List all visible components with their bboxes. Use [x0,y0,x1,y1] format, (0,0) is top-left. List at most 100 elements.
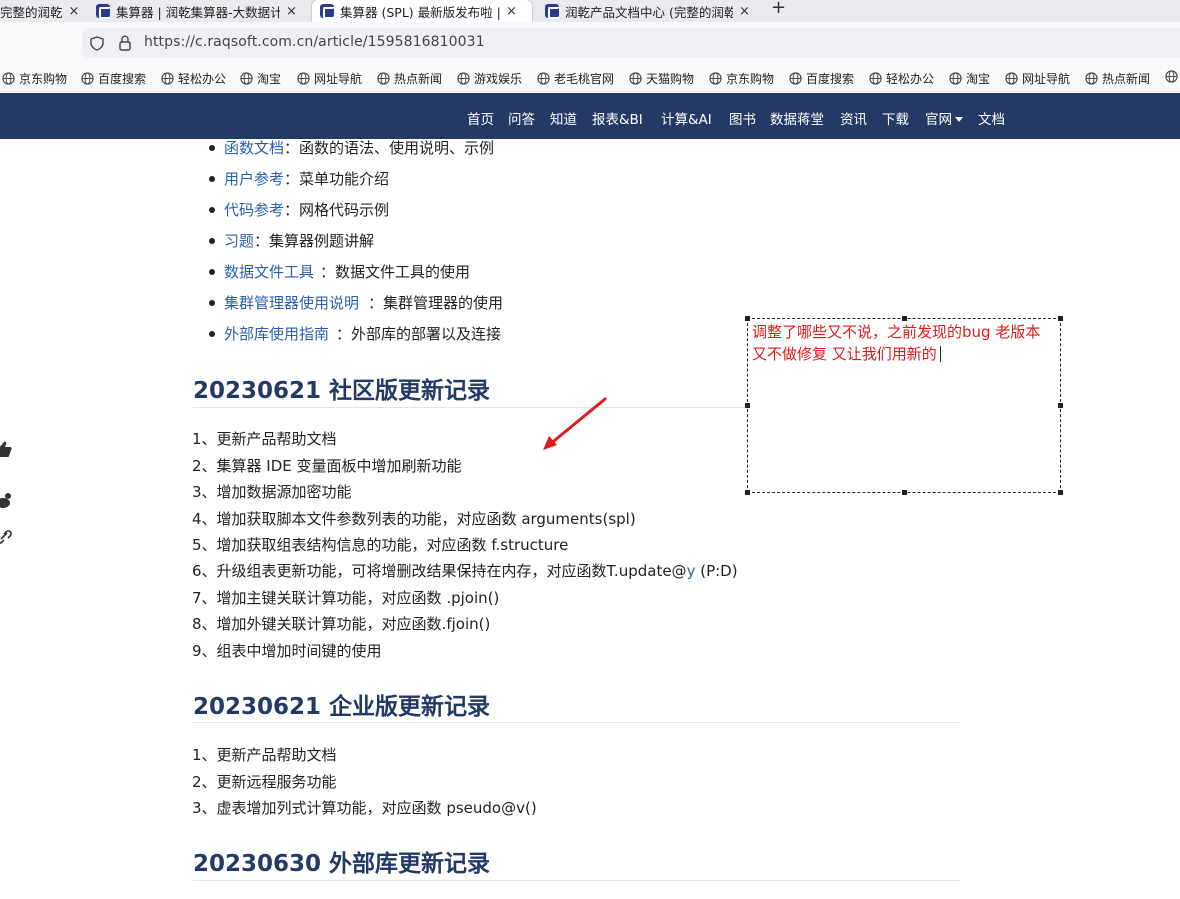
annotation-textbox[interactable]: 调整了哪些又不说，之前发现的bug 老版本又不做修复 又让我们用新的 [745,316,1063,495]
doc-link[interactable]: 数据文件工具 [224,261,314,282]
doc-link[interactable]: 集群管理器使用说明 [224,292,359,313]
bookmark-item[interactable]: 热点新闻 [1085,70,1150,87]
bookmark-item[interactable]: 轻松办公 [869,70,934,87]
section-title-enterprise: 20230621 企业版更新记录 [193,694,491,720]
record-item: 1、更新产品帮助文档 [192,430,337,448]
doc-link[interactable]: 函数文档 [224,137,284,158]
bookmark-label: 天猫购物 [646,72,695,86]
doc-desc: ：集算器例题讲解 [254,232,375,250]
section-title-community: 20230621 社区版更新记录 [193,378,491,404]
record-item: 4、增加获取脚本文件参数列表的功能，对应函数 arguments(spl) [192,510,636,528]
globe-icon [789,72,802,85]
doc-link[interactable]: 用户参考 [224,168,284,189]
bookmark-item[interactable]: 热点新闻 [377,70,442,87]
doc-link[interactable]: 代码参考 [224,199,284,220]
doc-desc: ：集群管理器的使用 [368,294,504,312]
bookmark-label: 老毛桃官网 [554,72,615,86]
resize-handle-t[interactable] [902,316,907,321]
bookmark-item[interactable]: 天猫购物 [629,70,694,87]
bullet [209,300,215,306]
nav-download[interactable]: 下载 [882,108,909,128]
bookmark-item[interactable]: 淘宝 [240,70,281,87]
address-bar[interactable]: https://c.raqsoft.com.cn/article/1595816… [82,28,1180,58]
text-cursor [939,346,941,362]
globe-icon [240,72,253,85]
nav-docs[interactable]: 文档 [978,108,1005,128]
bookmark-item[interactable]: 百度搜索 [789,70,854,87]
annotation-text[interactable]: 调整了哪些又不说，之前发现的bug 老版本又不做修复 又让我们用新的 [752,321,1052,365]
record-item: 2、更新远程服务功能 [192,773,337,791]
globe-icon [377,72,390,85]
nav-data-jiangtang[interactable]: 数据蒋堂 [770,108,824,128]
shield-icon[interactable] [90,36,104,51]
resize-handle-tl[interactable] [745,316,750,321]
nav-knowledge[interactable]: 知道 [550,108,577,128]
doc-desc: ：菜单功能介绍 [284,170,390,188]
bullet [209,331,215,337]
nav-home[interactable]: 首页 [467,108,494,128]
doc-link[interactable]: 习题 [224,230,254,251]
globe-icon [1085,72,1098,85]
nav-official-site[interactable]: 官网 [925,108,963,128]
close-icon[interactable]: × [739,4,750,19]
bookmark-label: 网址导航 [314,72,363,86]
record-item: 3、增加数据源加密功能 [192,483,352,501]
doc-desc: ：网格代码示例 [284,201,390,219]
doc-desc: ：数据文件工具的使用 [320,263,471,281]
site-navigation: 首页 问答 知道 报表&BI 计算&AI 图书 数据蒋堂 资讯 下载 官网 文档 [0,93,1180,139]
browser-tab-1[interactable]: 完整的润乾 × [0,0,82,22]
nav-qa[interactable]: 问答 [508,108,535,128]
nav-books[interactable]: 图书 [729,108,756,128]
divider [193,722,960,723]
weibo-icon[interactable] [0,492,12,510]
lock-icon[interactable] [118,35,132,51]
doc-desc: ：外部库的部署以及连接 [336,325,502,343]
bookmark-label: 热点新闻 [1102,72,1151,86]
nav-news[interactable]: 资讯 [840,108,867,128]
bookmark-item[interactable]: 百度搜索 [81,70,146,87]
bullet [209,238,215,244]
resize-handle-tr[interactable] [1058,316,1063,321]
record-item: 5、增加获取组表结构信息的功能，对应函数 f.structure [192,536,569,554]
nav-report-bi[interactable]: 报表&BI [592,108,643,128]
record-text-tail: (P:D) [695,562,738,580]
bookmark-item[interactable]: 网址导航 [1005,70,1070,87]
browser-tab-3[interactable]: 集算器 (SPL) 最新版发布啦 | 乾学 × [312,0,532,22]
bookmark-label: 轻松办公 [178,72,227,86]
globe-icon [2,72,15,85]
tab-title: 润乾产品文档中心 (完整的润乾 [565,4,733,20]
globe-icon [81,72,94,85]
globe-icon [629,72,642,85]
bookmark-label: 百度搜索 [98,72,147,86]
record-item: 3、虚表增加列式计算功能，对应函数 pseudo@v() [192,799,537,817]
doc-link[interactable]: 外部库使用指南 [224,323,329,344]
bookmark-item[interactable]: 淘宝 [949,70,990,87]
bookmark-item[interactable]: 京东购物 [2,70,67,87]
browser-tab-4[interactable]: 润乾产品文档中心 (完整的润乾 × [545,0,753,22]
divider [193,407,748,408]
bookmark-item[interactable]: 京东购物 [709,70,774,87]
url-text[interactable]: https://c.raqsoft.com.cn/article/1595816… [144,34,485,50]
new-tab-button[interactable]: + [771,0,786,18]
bookmark-item[interactable]: 游戏娱乐 [457,70,522,87]
close-icon[interactable]: × [506,4,517,19]
bookmark-item[interactable]: 轻松办公 [161,70,226,87]
resize-handle-l[interactable] [745,403,750,408]
globe-icon [709,72,722,85]
resize-handle-r[interactable] [1058,403,1063,408]
bookmark-item[interactable]: 网址导航 [297,70,362,87]
resize-handle-b[interactable] [902,490,907,495]
like-icon[interactable] [0,440,12,458]
bookmark-item[interactable] [1165,70,1180,83]
close-icon[interactable]: × [69,4,80,19]
close-icon[interactable]: × [286,4,297,19]
resize-handle-br[interactable] [1058,490,1063,495]
bullet [209,269,215,275]
raqsoft-icon [320,4,335,19]
section-title-external-lib: 20230630 外部库更新记录 [193,851,491,877]
resize-handle-bl[interactable] [745,490,750,495]
bookmark-item[interactable]: 老毛桃官网 [537,70,614,87]
browser-tab-2[interactable]: 集算器 | 润乾集算器-大数据计算 × [96,0,302,22]
link-icon[interactable] [0,526,12,544]
nav-compute-ai[interactable]: 计算&AI [661,108,712,128]
